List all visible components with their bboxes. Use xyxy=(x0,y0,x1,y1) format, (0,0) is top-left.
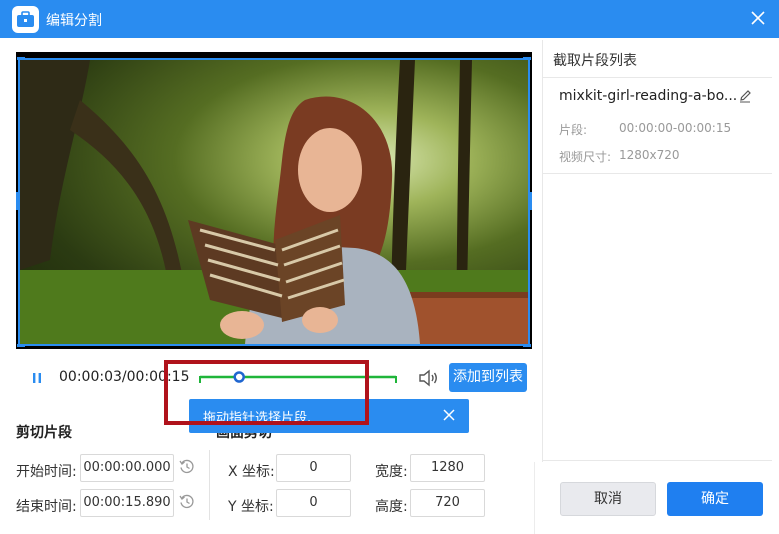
height-field[interactable]: 720 xyxy=(410,489,485,517)
y-coord-label: Y 坐标: xyxy=(228,499,274,515)
crop-handle-right[interactable] xyxy=(528,192,532,210)
x-coord-field[interactable]: 0 xyxy=(276,454,351,482)
segment-range-value: 00:00:00-00:00:15 xyxy=(619,121,732,135)
volume-icon[interactable] xyxy=(418,368,440,388)
cancel-button[interactable]: 取消 xyxy=(560,482,656,516)
toolbox-icon xyxy=(12,6,39,33)
close-icon[interactable] xyxy=(747,7,769,29)
segment-list-title: 截取片段列表 xyxy=(553,53,637,69)
pause-icon[interactable] xyxy=(30,371,44,385)
start-time-label: 开始时间: xyxy=(16,464,77,480)
width-field[interactable]: 1280 xyxy=(410,454,485,482)
cut-section-title: 剪切片段 xyxy=(16,425,72,441)
crop-handle-top-left[interactable] xyxy=(17,57,25,60)
add-to-list-button[interactable]: 添加到列表 xyxy=(449,363,527,392)
video-size-value: 1280x720 xyxy=(619,148,680,162)
width-label: 宽度: xyxy=(375,464,408,480)
segment-end-bracket xyxy=(392,376,397,383)
edit-icon[interactable] xyxy=(738,89,752,103)
title-bar: 编辑分割 xyxy=(0,0,779,38)
ok-button[interactable]: 确定 xyxy=(667,482,763,516)
video-size-label: 视频尺寸: xyxy=(559,150,612,164)
y-coord-field[interactable]: 0 xyxy=(276,489,351,517)
window-title: 编辑分割 xyxy=(46,13,102,29)
reset-start-icon[interactable] xyxy=(178,458,196,476)
section-divider xyxy=(209,450,210,520)
footer-divider xyxy=(534,462,535,534)
crop-handle-left[interactable] xyxy=(16,192,20,210)
x-coord-label: X 坐标: xyxy=(228,464,275,480)
segment-label: 片段: xyxy=(559,123,588,137)
crop-handle-top-right[interactable] xyxy=(523,57,531,60)
height-label: 高度: xyxy=(375,499,408,515)
reset-end-icon[interactable] xyxy=(178,493,196,511)
crop-frame[interactable] xyxy=(16,57,532,347)
crop-handle-bottom-right[interactable] xyxy=(523,344,531,347)
segment-name: mixkit-girl-reading-a-bo... xyxy=(559,88,737,104)
tooltip-close-icon[interactable] xyxy=(443,409,455,421)
highlight-box xyxy=(164,360,369,425)
end-time-label: 结束时间: xyxy=(16,499,77,515)
start-time-field[interactable]: 00:00:00.000 xyxy=(80,454,174,482)
crop-handle-bottom-left[interactable] xyxy=(17,344,25,347)
list-item-divider xyxy=(543,173,772,174)
end-time-field[interactable]: 00:00:15.890 xyxy=(80,489,174,517)
video-preview[interactable] xyxy=(16,52,532,349)
